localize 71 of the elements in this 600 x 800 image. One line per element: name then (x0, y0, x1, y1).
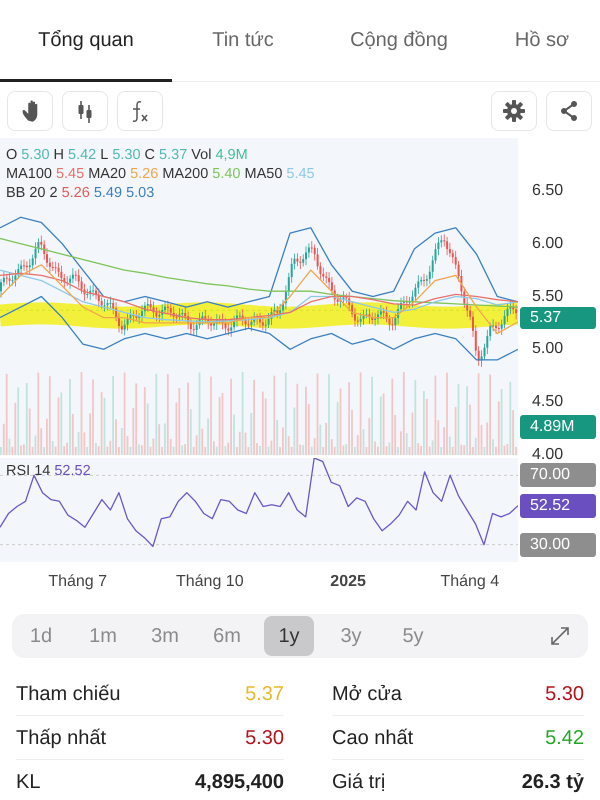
axis-tick: 6.00 (532, 234, 564, 254)
candlestick-button[interactable] (62, 91, 108, 131)
legend-label: L (100, 146, 108, 165)
expand-button[interactable] (548, 624, 572, 648)
axis-label: Tháng 7 (48, 572, 108, 592)
legend-value: 5.26 (130, 165, 158, 184)
legend-value: 5.30 (112, 146, 141, 165)
tab[interactable]: Cộng đồng (314, 0, 484, 82)
period-tab[interactable]: 6m (202, 616, 252, 656)
price-badge: 5.37 (520, 307, 596, 330)
axis-tick: 4.50 (532, 392, 564, 412)
legend-label: Vol (191, 146, 212, 165)
hand-icon (22, 100, 38, 122)
settings-icon (502, 99, 526, 123)
stat-value: 5.37 (245, 682, 284, 706)
axis-label: 2025 (330, 572, 366, 592)
legend-label: H (54, 146, 64, 165)
stat-label: KL (16, 770, 40, 794)
share-button[interactable] (546, 91, 592, 131)
axis-tick: 70.00 (520, 463, 596, 488)
tab[interactable]: Tin tức (172, 0, 314, 82)
axis-tick: 5.50 (532, 286, 564, 306)
axis-tick: 6.50 (532, 180, 564, 201)
legend-label: MA100 (6, 165, 52, 184)
stat-value: 5.30 (245, 726, 284, 750)
period-tab[interactable]: 1y (264, 616, 314, 656)
stat-label: Mở cửa (332, 682, 402, 706)
rsi-badge: 52.52 (520, 494, 596, 518)
period-tab[interactable]: 1d (16, 616, 66, 656)
legend-value: 4,9M (215, 146, 248, 165)
axis-label: Tháng 10 (176, 572, 244, 592)
tab[interactable]: Tổng quan (0, 0, 172, 82)
legend-value: 5.45 (56, 165, 84, 184)
axis-tick: 5.00 (532, 339, 564, 360)
legend-label: BB 20 2 (6, 184, 58, 203)
settings-button[interactable] (491, 91, 537, 131)
legend-value: 5.26 (62, 184, 90, 203)
legend-label: C (144, 146, 156, 165)
period-tab[interactable]: 3y (326, 616, 376, 656)
tab[interactable]: Hồ sơ (484, 0, 600, 82)
rsi-value: 52.52 (54, 462, 91, 481)
legend-value: 5.03 (126, 184, 154, 203)
period-tab[interactable]: 5y (388, 616, 438, 656)
stat-label: Tham chiếu (16, 682, 120, 706)
axis-tick: 4.00 (532, 445, 564, 465)
axis-label: Tháng 4 (440, 572, 500, 592)
expand-icon (548, 624, 572, 648)
legend-label: O (6, 146, 18, 165)
legend-label: MA20 (88, 165, 126, 184)
legend-value: 5.45 (286, 165, 315, 184)
stat-value: 5.30 (545, 682, 584, 706)
hand-button[interactable] (7, 91, 53, 131)
rsi-label: RSI 14 (6, 462, 50, 481)
period-tab[interactable]: 1m (78, 616, 128, 656)
stat-value: 5.42 (545, 726, 584, 750)
stat-value: 4,895,400 (195, 770, 284, 794)
legend-label: MA50 (244, 165, 282, 184)
legend-value: 5.49 (94, 184, 122, 203)
stat-value: 26.3 tỷ (522, 770, 584, 794)
volume-badge: 4.89M (520, 415, 596, 439)
legend-value: 5.30 (21, 146, 50, 165)
legend-value: 5.40 (212, 165, 240, 184)
legend-value: 5.42 (68, 146, 96, 165)
axis-tick: 30.00 (520, 532, 596, 557)
stat-label: Thấp nhất (16, 726, 106, 750)
legend-label: MA200 (162, 165, 208, 184)
stat-label: Cao nhất (332, 726, 414, 750)
period-tab[interactable]: 3m (140, 616, 190, 656)
stat-label: Giá trị (332, 770, 386, 794)
legend-value: 5.37 (159, 146, 188, 165)
function-button[interactable] (117, 91, 163, 131)
